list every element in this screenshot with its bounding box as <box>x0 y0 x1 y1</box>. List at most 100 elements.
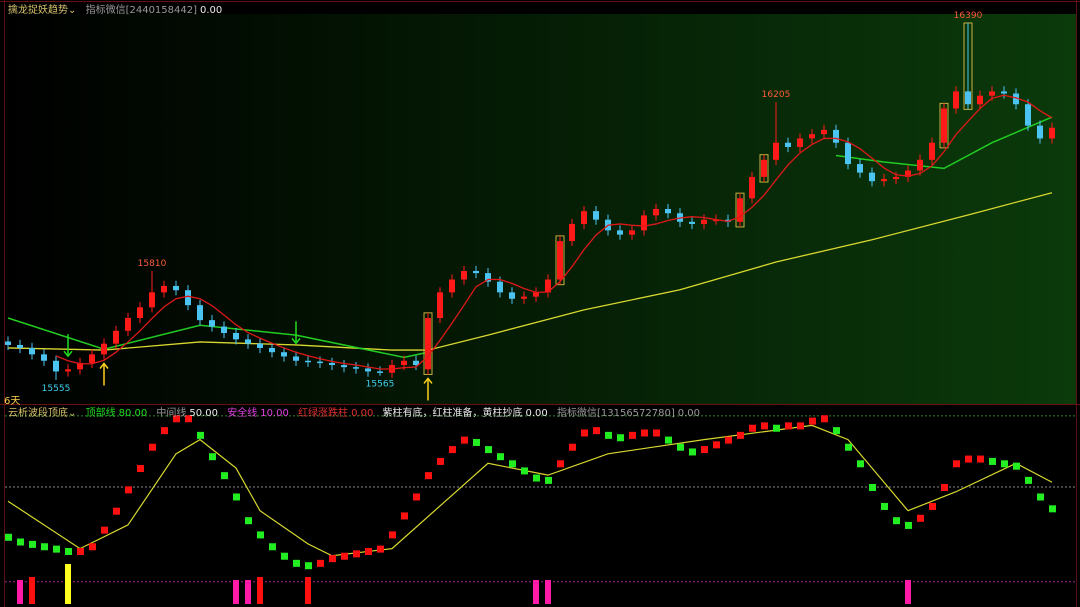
candle-body <box>65 369 71 372</box>
oscillator-point <box>221 472 228 480</box>
wechat-label: 指标微信[13156572780] <box>556 408 675 419</box>
oscillator-point <box>545 476 552 484</box>
bottom-indicator-header: 云析波段顶底⌄ 顶部线 80.00 中间线 50.00 安全线 10.00 红绿涨跌柱… <box>8 404 706 419</box>
wechat-value: 0.00 <box>677 408 701 419</box>
oscillator-point <box>1001 460 1008 468</box>
signal-bar-red <box>305 577 311 604</box>
oscillator-point <box>629 431 636 439</box>
oscillator-point <box>941 484 948 491</box>
oscillator-point <box>257 531 264 539</box>
oscillator-point <box>581 429 588 437</box>
candle-body <box>881 179 887 182</box>
candle-body <box>221 326 227 333</box>
candle-body <box>869 172 875 182</box>
candle-body <box>929 142 935 160</box>
oscillator-point <box>569 443 576 451</box>
candle-body <box>377 371 383 373</box>
oscillator-point <box>905 521 912 529</box>
oscillator-point <box>101 526 108 534</box>
candle-body <box>1037 125 1043 139</box>
candle-body <box>293 356 299 361</box>
candle-body <box>137 307 143 319</box>
oscillator-point <box>785 422 792 430</box>
oscillator-point <box>449 446 456 454</box>
oscillator-point <box>461 436 468 444</box>
oscillator-point <box>1013 462 1020 470</box>
candle-body <box>449 279 455 293</box>
wechat-value: 0.00 <box>200 5 223 16</box>
oscillator-point <box>377 545 384 553</box>
candle-body <box>329 362 335 366</box>
oscillator-point <box>17 538 24 546</box>
price-extreme-label: 15565 <box>366 380 395 390</box>
oscillator-point <box>989 457 996 465</box>
indicator-name[interactable]: 云析波段顶底 <box>8 408 68 419</box>
candle-body <box>1049 127 1055 139</box>
oscillator-point <box>401 512 408 520</box>
oscillator-point <box>41 543 48 551</box>
oscillator-panel[interactable] <box>4 416 1076 606</box>
oscillator-point <box>473 438 480 446</box>
candle-body <box>101 343 107 355</box>
oscillator-point <box>845 443 852 451</box>
candle-body <box>761 159 767 177</box>
candle-body <box>1025 104 1031 126</box>
candle-body <box>749 176 755 199</box>
oscillator-point <box>821 415 828 423</box>
candle-body <box>341 365 347 368</box>
oscillator-point <box>317 559 324 567</box>
candle-body <box>257 343 263 348</box>
candle-body <box>917 159 923 171</box>
oscillator-point <box>245 517 252 525</box>
candle-body <box>509 292 515 299</box>
oscillator-point <box>29 540 36 548</box>
oscillator-point <box>809 417 816 425</box>
candle-body <box>233 332 239 340</box>
oscillator-point <box>341 552 348 560</box>
oscillator-point <box>209 453 216 461</box>
signal-bar-pink <box>545 580 551 604</box>
candle-body <box>965 91 971 105</box>
candle-body <box>653 208 659 216</box>
oscillator-point <box>53 545 60 553</box>
indicator-name[interactable]: 擒龙捉妖趋势 <box>8 5 68 16</box>
oscillator-point <box>977 455 984 463</box>
candle-body <box>173 285 179 291</box>
oscillator-point <box>485 446 492 454</box>
candle-body <box>617 230 623 235</box>
candle-body <box>989 91 995 96</box>
candle-body <box>305 360 311 363</box>
stock-chart[interactable]: 15555 15810 15565 16205 16390 <box>0 0 1080 607</box>
chevron-down-icon[interactable]: ⌄ <box>68 5 76 16</box>
top-indicator-header: 擒龙捉妖趋势⌄ 指标微信[2440158442] 0.00 <box>8 1 228 16</box>
candle-body <box>425 318 431 370</box>
signal-value: 0.00 <box>525 408 548 419</box>
candle-body <box>977 95 983 105</box>
oscillator-point <box>137 465 144 473</box>
candle-body <box>797 138 803 147</box>
oscillator-point <box>653 429 660 437</box>
oscillator-point <box>857 460 864 468</box>
signal-bar-pink <box>17 580 23 604</box>
candle-body <box>641 215 647 231</box>
oscillator-point <box>269 543 276 551</box>
candle-body <box>5 341 11 345</box>
chevron-down-icon[interactable]: ⌄ <box>68 408 76 419</box>
candle-body <box>785 142 791 147</box>
signal-bar-pink <box>245 580 251 604</box>
signal-bar-pink <box>233 580 239 604</box>
candle-body <box>401 360 407 366</box>
oscillator-point <box>833 427 840 435</box>
oscillator-point <box>677 443 684 451</box>
safe-line-value: 10.00 <box>260 408 289 419</box>
oscillator-point <box>305 562 312 570</box>
signal-label: 紫柱有底，红柱准备，黄柱抄底 <box>382 408 523 419</box>
candle-body <box>833 129 839 143</box>
price-extreme-label: 16390 <box>954 11 983 21</box>
oscillator-point <box>233 493 240 501</box>
signal-bar-pink <box>905 580 911 604</box>
oscillator-point <box>281 552 288 560</box>
oscillator-point <box>113 507 120 515</box>
candle <box>437 287 443 324</box>
oscillator-point <box>713 441 720 449</box>
